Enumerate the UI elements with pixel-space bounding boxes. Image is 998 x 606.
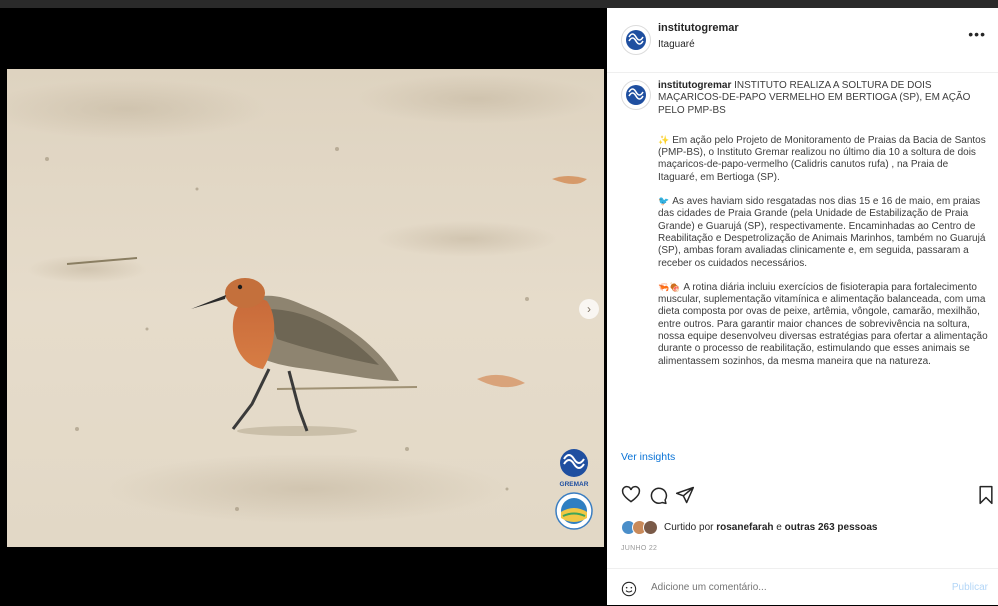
gremar-avatar-icon [626, 30, 646, 50]
comment-bar: Publicar [607, 568, 998, 606]
likes-summary: Curtido por rosanefarah e outras 263 pes… [621, 520, 877, 535]
gremar-logo: GREMAR [560, 449, 589, 488]
emoji-icon[interactable] [621, 581, 637, 597]
post-media[interactable]: › GREMAR [7, 8, 604, 605]
avatar[interactable] [621, 25, 651, 55]
caption-text: institutogremar INSTITUTO REALIZA A SOLT… [658, 80, 988, 379]
liker-avatars[interactable] [621, 520, 658, 535]
view-insights-link[interactable]: Ver insights [621, 451, 675, 463]
likes-count[interactable]: outras 263 pessoas [785, 522, 878, 533]
food-icon: 🦐🍖 [658, 281, 681, 292]
bird-icon: 🐦 [658, 196, 670, 207]
caption-area: institutogremar INSTITUTO REALIZA A SOLT… [607, 72, 998, 444]
caption-paragraph-1: Em ação pelo Projeto de Monitoramento de… [658, 134, 986, 183]
svg-text:GREMAR: GREMAR [560, 481, 589, 488]
top-strip [0, 0, 998, 8]
gremar-avatar-icon [626, 85, 646, 105]
post-location[interactable]: Itaguaré [658, 39, 695, 50]
liker-username[interactable]: rosanefarah [716, 522, 773, 533]
pmp-bs-seal-icon [555, 492, 593, 530]
comment-input[interactable] [651, 582, 921, 593]
caption-username[interactable]: institutogremar [658, 80, 731, 91]
caption-avatar[interactable] [621, 80, 651, 110]
likes-prefix: Curtido por [664, 522, 714, 533]
post-header: institutogremar Itaguaré ••• [607, 8, 998, 73]
next-image-button[interactable]: › [579, 299, 599, 319]
avatar [643, 520, 658, 535]
post-detail-panel: institutogremar Itaguaré ••• institutogr… [607, 8, 998, 605]
share-icon[interactable] [675, 485, 695, 505]
caption-paragraph-2: As aves haviam sido resgatadas nos dias … [658, 196, 986, 269]
post-date[interactable]: JUNHO 22 [621, 545, 657, 552]
sparkles-icon: ✨ [658, 134, 670, 145]
heart-icon[interactable] [621, 485, 641, 505]
bird-photo [7, 69, 604, 547]
comment-icon[interactable] [648, 485, 668, 505]
caption-paragraph-3: A rotina diária incluiu exercícios de fi… [658, 281, 988, 367]
post-username[interactable]: institutogremar [658, 22, 739, 34]
action-bar [621, 485, 998, 505]
likes-connector: e [776, 522, 782, 533]
publish-button[interactable]: Publicar [952, 582, 988, 593]
bookmark-icon[interactable] [976, 485, 996, 505]
more-options-icon[interactable]: ••• [968, 26, 986, 42]
